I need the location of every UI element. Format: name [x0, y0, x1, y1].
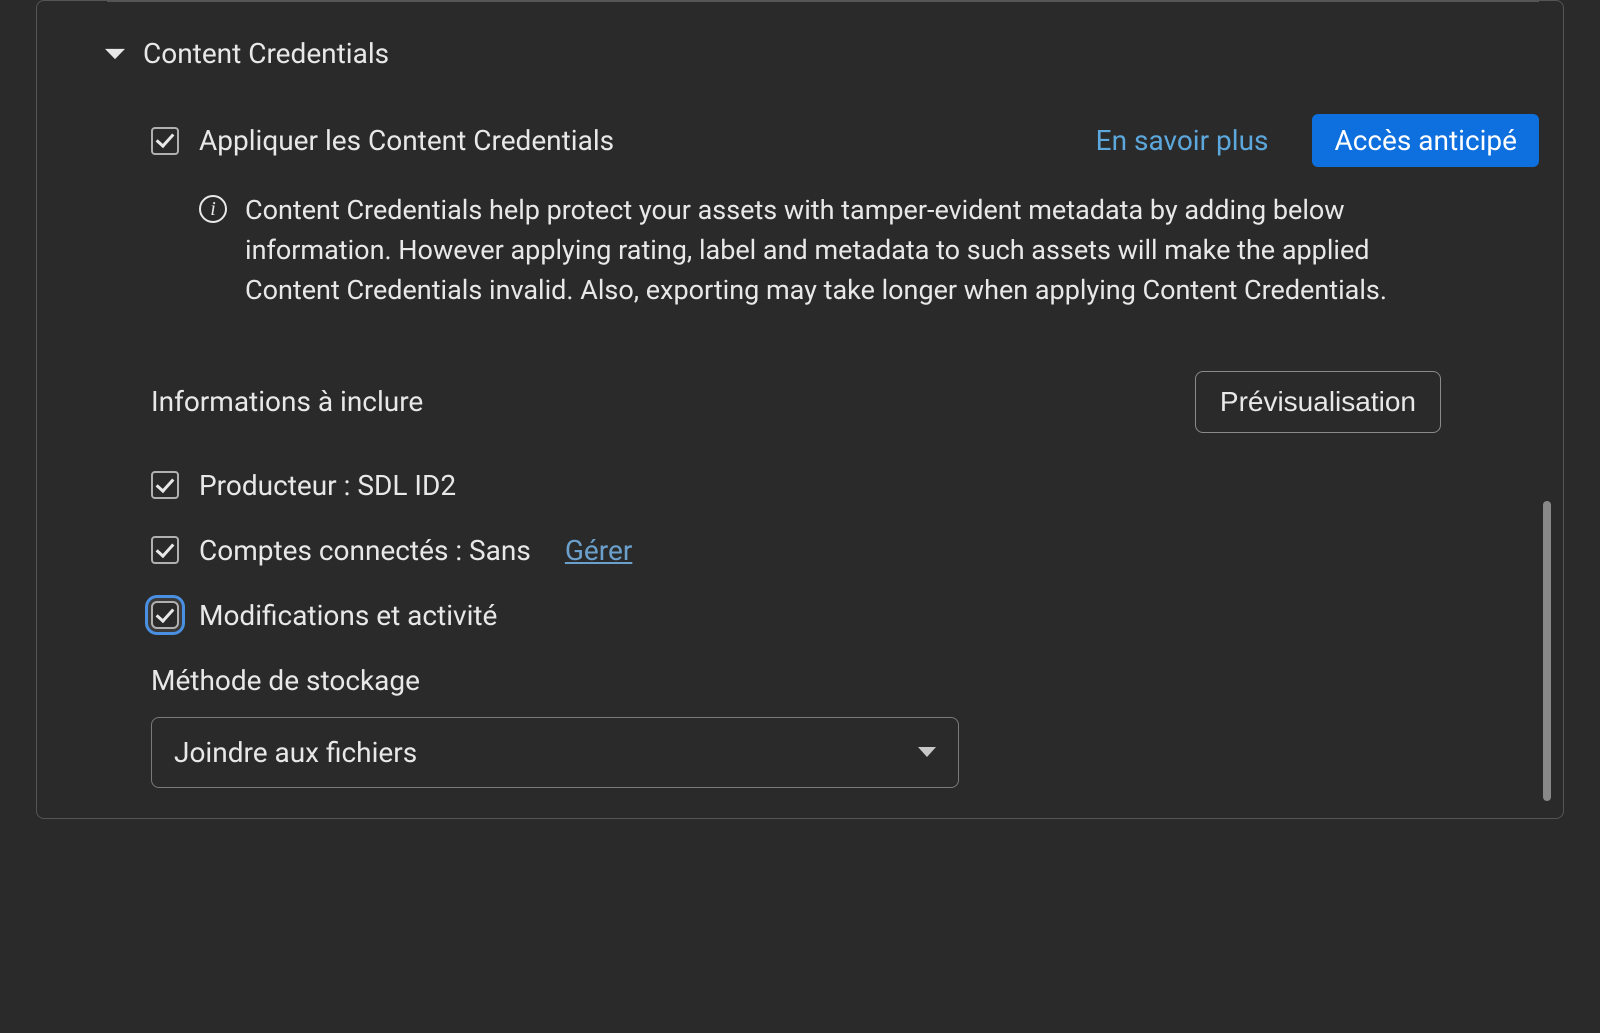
section-body: Appliquer les Content Credentials En sav…: [37, 70, 1563, 818]
apply-label: Appliquer les Content Credentials: [199, 124, 614, 157]
storage-dropdown[interactable]: Joindre aux fichiers: [151, 717, 959, 788]
info-text: Content Credentials help protect your as…: [245, 191, 1439, 311]
scrollbar[interactable]: [1543, 501, 1551, 801]
modifications-label: Modifications et activité: [199, 599, 497, 632]
preview-button[interactable]: Prévisualisation: [1195, 371, 1441, 433]
content-credentials-panel: Content Credentials Appliquer les Conten…: [36, 0, 1564, 819]
section-header[interactable]: Content Credentials: [37, 1, 1563, 70]
section-title: Content Credentials: [143, 37, 389, 70]
modifications-checkbox[interactable]: [151, 601, 179, 629]
apply-row: Appliquer les Content Credentials En sav…: [151, 114, 1539, 167]
info-icon: i: [199, 195, 227, 223]
includes-label: Informations à inclure: [151, 385, 423, 418]
chevron-down-icon: [918, 747, 936, 757]
storage-dropdown-value: Joindre aux fichiers: [174, 736, 417, 769]
producer-checkbox[interactable]: [151, 471, 179, 499]
producer-label: Producteur : SDL ID2: [199, 469, 456, 502]
manage-link[interactable]: Gérer: [565, 534, 632, 567]
apply-checkbox[interactable]: [151, 127, 179, 155]
chevron-down-icon: [105, 48, 125, 58]
includes-row: Informations à inclure Prévisualisation: [151, 371, 1539, 433]
learn-more-link[interactable]: En savoir plus: [1096, 124, 1269, 157]
accounts-label: Comptes connectés : Sans: [199, 534, 531, 567]
storage-label: Méthode de stockage: [151, 664, 1539, 697]
accounts-checkbox[interactable]: [151, 536, 179, 564]
early-access-badge: Accès anticipé: [1312, 114, 1539, 167]
accounts-row: Comptes connectés : Sans Gérer: [151, 534, 1539, 567]
info-row: i Content Credentials help protect your …: [151, 191, 1539, 311]
divider: [107, 1, 1539, 2]
modifications-row: Modifications et activité: [151, 599, 1539, 632]
producer-row: Producteur : SDL ID2: [151, 469, 1539, 502]
